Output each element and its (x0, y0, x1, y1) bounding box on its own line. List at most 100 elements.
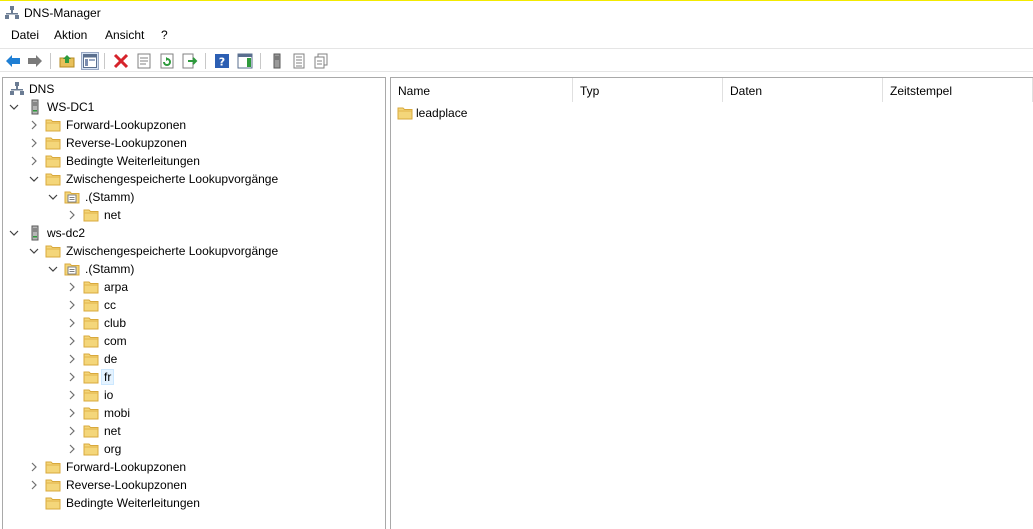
tree-node-label: DNS (29, 82, 55, 96)
folder-icon (45, 477, 61, 493)
folder-icon (83, 279, 99, 295)
folder-icon (83, 441, 99, 457)
folder-icon (83, 315, 99, 331)
menu-ansicht[interactable]: Ansicht (102, 28, 147, 42)
collapsed-chevron-icon[interactable] (29, 156, 39, 166)
tree-node-label: mobi (104, 406, 131, 420)
refresh-icon (160, 53, 174, 69)
export-list-button[interactable] (181, 52, 199, 70)
tree-node-label: net (104, 208, 121, 222)
expanded-chevron-icon[interactable] (9, 102, 19, 112)
collapsed-chevron-icon[interactable] (29, 462, 39, 472)
up-folder-button[interactable] (58, 52, 76, 70)
dns-root-icon (9, 81, 25, 97)
tree-node-label: com (104, 334, 127, 348)
tree-node-label: arpa (104, 280, 129, 294)
tree-node-label: Forward-Lookupzonen (66, 460, 187, 474)
folder-icon (83, 297, 99, 313)
toolbar-separator (260, 53, 261, 69)
toolbar-separator (205, 53, 206, 69)
folder-icon (397, 105, 413, 121)
tree-node-label: org (104, 442, 122, 456)
expanded-chevron-icon[interactable] (48, 264, 58, 274)
expanded-chevron-icon[interactable] (29, 246, 39, 256)
collapsed-chevron-icon[interactable] (67, 210, 77, 220)
server-icon (27, 225, 43, 241)
collapsed-chevron-icon[interactable] (29, 480, 39, 490)
tree-node-label: Forward-Lookupzonen (66, 118, 187, 132)
delete-button[interactable] (112, 52, 130, 70)
collapsed-chevron-icon[interactable] (67, 300, 77, 310)
folder-icon (45, 153, 61, 169)
console-tree[interactable]: DNS WS-DC1 Forward-Lookupzonen Reverse-L… (2, 77, 386, 529)
properties-icon (137, 53, 151, 69)
action-pane-icon (237, 53, 253, 69)
tree-node-label: Reverse-Lookupzonen (66, 136, 187, 150)
collapsed-chevron-icon[interactable] (29, 138, 39, 148)
folder-icon (45, 459, 61, 475)
tree-node-label: WS-DC1 (47, 100, 95, 114)
record-button[interactable] (312, 52, 330, 70)
folder-icon (45, 117, 61, 133)
folder-icon (83, 333, 99, 349)
tree-node-label: Bedingte Weiterleitungen (66, 496, 200, 510)
title-bar: DNS-Manager (0, 0, 1033, 26)
action-pane-button[interactable] (236, 52, 254, 70)
column-header-data[interactable]: Daten (723, 78, 883, 102)
zone-folder-icon (64, 189, 80, 205)
toolbar-separator (104, 53, 105, 69)
tree-node-label: .(Stamm) (85, 262, 135, 276)
folder-icon (83, 405, 99, 421)
zone-list-icon (293, 53, 305, 69)
collapsed-chevron-icon[interactable] (67, 318, 77, 328)
collapsed-chevron-icon[interactable] (67, 354, 77, 364)
delete-x-icon (113, 53, 129, 69)
show-tree-button[interactable] (81, 52, 99, 70)
forward-arrow-icon (28, 55, 42, 67)
menu-bar: Datei Aktion Ansicht ? (0, 26, 1033, 46)
zone-folder-icon (64, 261, 80, 277)
properties-button[interactable] (135, 52, 153, 70)
column-header-timestamp[interactable]: Zeitstempel (883, 78, 1033, 102)
toolbar-separator (50, 53, 51, 69)
tree-node-label: net (104, 424, 121, 438)
column-header-name[interactable]: Name (391, 78, 573, 102)
up-folder-icon (59, 55, 75, 68)
folder-icon (45, 135, 61, 151)
details-list[interactable]: Name Typ Daten Zeitstempel leadplace (390, 77, 1033, 529)
tree-node-label: .(Stamm) (85, 190, 135, 204)
forward-button[interactable] (26, 52, 44, 70)
column-header-type[interactable]: Typ (573, 78, 723, 102)
zone-button[interactable] (290, 52, 308, 70)
svg-text:?: ? (219, 56, 225, 69)
tree-node-label: io (104, 388, 114, 402)
expanded-chevron-icon[interactable] (9, 228, 19, 238)
record-pages-icon (314, 53, 328, 69)
tree-node-label: club (104, 316, 127, 330)
tree-node-label: de (104, 352, 118, 366)
list-item-name: leadplace (416, 106, 468, 120)
folder-icon (83, 351, 99, 367)
refresh-button[interactable] (158, 52, 176, 70)
menu-aktion[interactable]: Aktion (51, 28, 90, 42)
expanded-chevron-icon[interactable] (48, 192, 58, 202)
tree-node-label: fr (100, 369, 115, 385)
menu-help[interactable]: ? (158, 28, 171, 42)
menu-datei[interactable]: Datei (8, 28, 42, 42)
collapsed-chevron-icon[interactable] (67, 390, 77, 400)
server-button[interactable] (268, 52, 286, 70)
back-button[interactable] (4, 52, 22, 70)
collapsed-chevron-icon[interactable] (67, 426, 77, 436)
console-tree-icon (83, 54, 97, 68)
collapsed-chevron-icon[interactable] (67, 336, 77, 346)
help-button[interactable]: ? (213, 52, 231, 70)
collapsed-chevron-icon[interactable] (67, 372, 77, 382)
collapsed-chevron-icon[interactable] (67, 444, 77, 454)
collapsed-chevron-icon[interactable] (29, 120, 39, 130)
folder-icon (45, 495, 61, 511)
window-title: DNS-Manager (24, 6, 101, 20)
help-icon: ? (215, 54, 229, 69)
expanded-chevron-icon[interactable] (29, 174, 39, 184)
collapsed-chevron-icon[interactable] (67, 408, 77, 418)
collapsed-chevron-icon[interactable] (67, 282, 77, 292)
